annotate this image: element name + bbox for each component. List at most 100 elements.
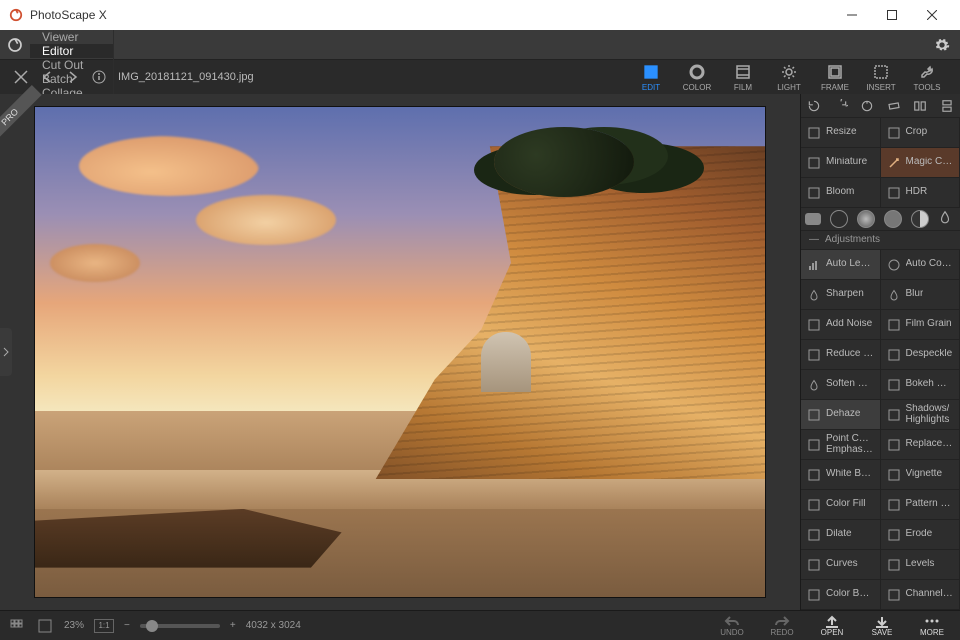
adjustments-header[interactable]: — Adjustments xyxy=(801,231,960,250)
tab-editor[interactable]: Editor xyxy=(30,44,114,58)
adjust-soften-skin[interactable]: Soften Skin xyxy=(801,370,881,400)
tool-icon xyxy=(887,498,901,512)
adjust-vignette[interactable]: Vignette xyxy=(881,460,960,490)
adjust-point-color-emphasize-col-[interactable]: Point Color /Emphasize Col. xyxy=(801,430,881,460)
next-image-button[interactable] xyxy=(60,64,86,90)
app-logo-icon xyxy=(8,7,24,23)
window-close-button[interactable] xyxy=(912,0,952,30)
adjust-bokeh-blur[interactable]: Bokeh Blur xyxy=(881,370,960,400)
tools-icon xyxy=(918,63,936,81)
adjust-add-noise[interactable]: Add Noise xyxy=(801,310,881,340)
filter-tab-circle-2[interactable] xyxy=(857,210,875,228)
adjust-channel-mixer[interactable]: Channel Mixer xyxy=(881,580,960,610)
zoom-in-button[interactable]: + xyxy=(230,620,236,631)
tooltab-color[interactable]: COLOR xyxy=(676,61,718,94)
tool-magic-color[interactable]: Magic Color xyxy=(881,148,960,178)
tool-icon xyxy=(887,318,901,332)
tool-icon xyxy=(807,498,821,512)
frame-icon xyxy=(826,63,844,81)
prev-image-button[interactable] xyxy=(34,64,60,90)
adjust-despeckle[interactable]: Despeckle xyxy=(881,340,960,370)
tool-icon xyxy=(807,468,821,482)
magic-wand-icon xyxy=(887,156,901,170)
zoom-slider[interactable] xyxy=(140,624,220,628)
edit-side-panel: ResizeCropMiniatureMagic ColorBloomHDR —… xyxy=(800,94,960,610)
tool-icon xyxy=(807,318,821,332)
adjust-auto-contrast[interactable]: Auto Contrast xyxy=(881,250,960,280)
adjust-erode[interactable]: Erode xyxy=(881,520,960,550)
tool-crop[interactable]: Crop xyxy=(881,118,960,148)
redo-button[interactable]: REDO xyxy=(762,614,802,637)
filter-tab-circle-3[interactable] xyxy=(884,210,902,228)
tool-miniature[interactable]: Miniature xyxy=(801,148,881,178)
adjust-color-balance[interactable]: Color Balance xyxy=(801,580,881,610)
tool-icon xyxy=(887,558,901,572)
adjust-replace-color[interactable]: Replace Color xyxy=(881,430,960,460)
settings-button[interactable] xyxy=(924,30,960,59)
tool-icon xyxy=(807,408,821,422)
tool-icon xyxy=(807,558,821,572)
tool-icon xyxy=(807,378,821,392)
straighten-icon[interactable] xyxy=(884,96,904,116)
tooltab-insert[interactable]: INSERT xyxy=(860,61,902,94)
filter-tab-list[interactable] xyxy=(805,213,821,225)
zoom-actual-button[interactable]: 1:1 xyxy=(94,619,114,633)
tool-icon xyxy=(887,288,901,302)
undo-button[interactable]: UNDO xyxy=(712,614,752,637)
filter-tab-circle-4[interactable] xyxy=(911,210,929,228)
tooltab-film[interactable]: FILM xyxy=(722,61,764,94)
filter-tab-circle-1[interactable] xyxy=(830,210,848,228)
adjust-auto-levels[interactable]: Auto Levels xyxy=(801,250,881,280)
tooltab-edit[interactable]: EDIT xyxy=(630,61,672,94)
tooltab-light[interactable]: LIGHT xyxy=(768,61,810,94)
tool-icon xyxy=(887,468,901,482)
tool-icon xyxy=(807,186,821,200)
tool-icon xyxy=(807,156,821,170)
adjust-white-balance[interactable]: White Balance xyxy=(801,460,881,490)
tool-bloom[interactable]: Bloom xyxy=(801,178,881,208)
tab-viewer[interactable]: Viewer xyxy=(30,30,114,44)
flip-horizontal-icon[interactable] xyxy=(910,96,930,116)
adjust-levels[interactable]: Levels xyxy=(881,550,960,580)
expand-panel-handle[interactable] xyxy=(0,328,12,376)
adjust-shadows-highlights[interactable]: Shadows/Highlights xyxy=(881,400,960,430)
adjust-color-fill[interactable]: Color Fill xyxy=(801,490,881,520)
free-rotate-icon[interactable] xyxy=(857,96,877,116)
filter-tab-drop[interactable] xyxy=(938,210,956,228)
collapse-icon: — xyxy=(809,234,819,245)
window-maximize-button[interactable] xyxy=(872,0,912,30)
levels-icon xyxy=(807,258,821,272)
tool-tabs: EDITCOLORFILMLIGHTFRAMEINSERTTOOLS xyxy=(630,61,952,94)
image-canvas[interactable] xyxy=(35,107,765,597)
grid-icon[interactable] xyxy=(8,617,26,635)
window-minimize-button[interactable] xyxy=(832,0,872,30)
open-button[interactable]: OPEN xyxy=(812,614,852,637)
flip-vertical-icon[interactable] xyxy=(937,96,957,116)
tooltab-tools[interactable]: TOOLS xyxy=(906,61,948,94)
more-button[interactable]: MORE xyxy=(912,614,952,637)
rotate-cw-icon[interactable] xyxy=(831,96,851,116)
adjust-dehaze[interactable]: Dehaze xyxy=(801,400,881,430)
save-button[interactable]: SAVE xyxy=(862,614,902,637)
background-toggle-icon[interactable] xyxy=(36,617,54,635)
zoom-out-button[interactable]: − xyxy=(124,620,130,631)
adjust-film-grain[interactable]: Film Grain xyxy=(881,310,960,340)
adjust-dilate[interactable]: Dilate xyxy=(801,520,881,550)
adjust-sharpen[interactable]: Sharpen xyxy=(801,280,881,310)
adjust-curves[interactable]: Curves xyxy=(801,550,881,580)
info-button[interactable] xyxy=(86,64,112,90)
adjust-reduce-noise[interactable]: Reduce Noise xyxy=(801,340,881,370)
window-title: PhotoScape X xyxy=(30,8,107,22)
adjust-pattern-fill[interactable]: Pattern Fill xyxy=(881,490,960,520)
tooltab-frame[interactable]: FRAME xyxy=(814,61,856,94)
tool-icon xyxy=(887,258,901,272)
canvas-area[interactable]: PRO xyxy=(0,94,800,610)
adjust-blur[interactable]: Blur xyxy=(881,280,960,310)
brand-icon[interactable] xyxy=(0,30,30,59)
edit-icon xyxy=(642,63,660,81)
rotate-ccw-icon[interactable] xyxy=(804,96,824,116)
light-icon xyxy=(780,63,798,81)
tool-icon xyxy=(887,408,901,422)
tool-resize[interactable]: Resize xyxy=(801,118,881,148)
tool-hdr[interactable]: HDR xyxy=(881,178,960,208)
